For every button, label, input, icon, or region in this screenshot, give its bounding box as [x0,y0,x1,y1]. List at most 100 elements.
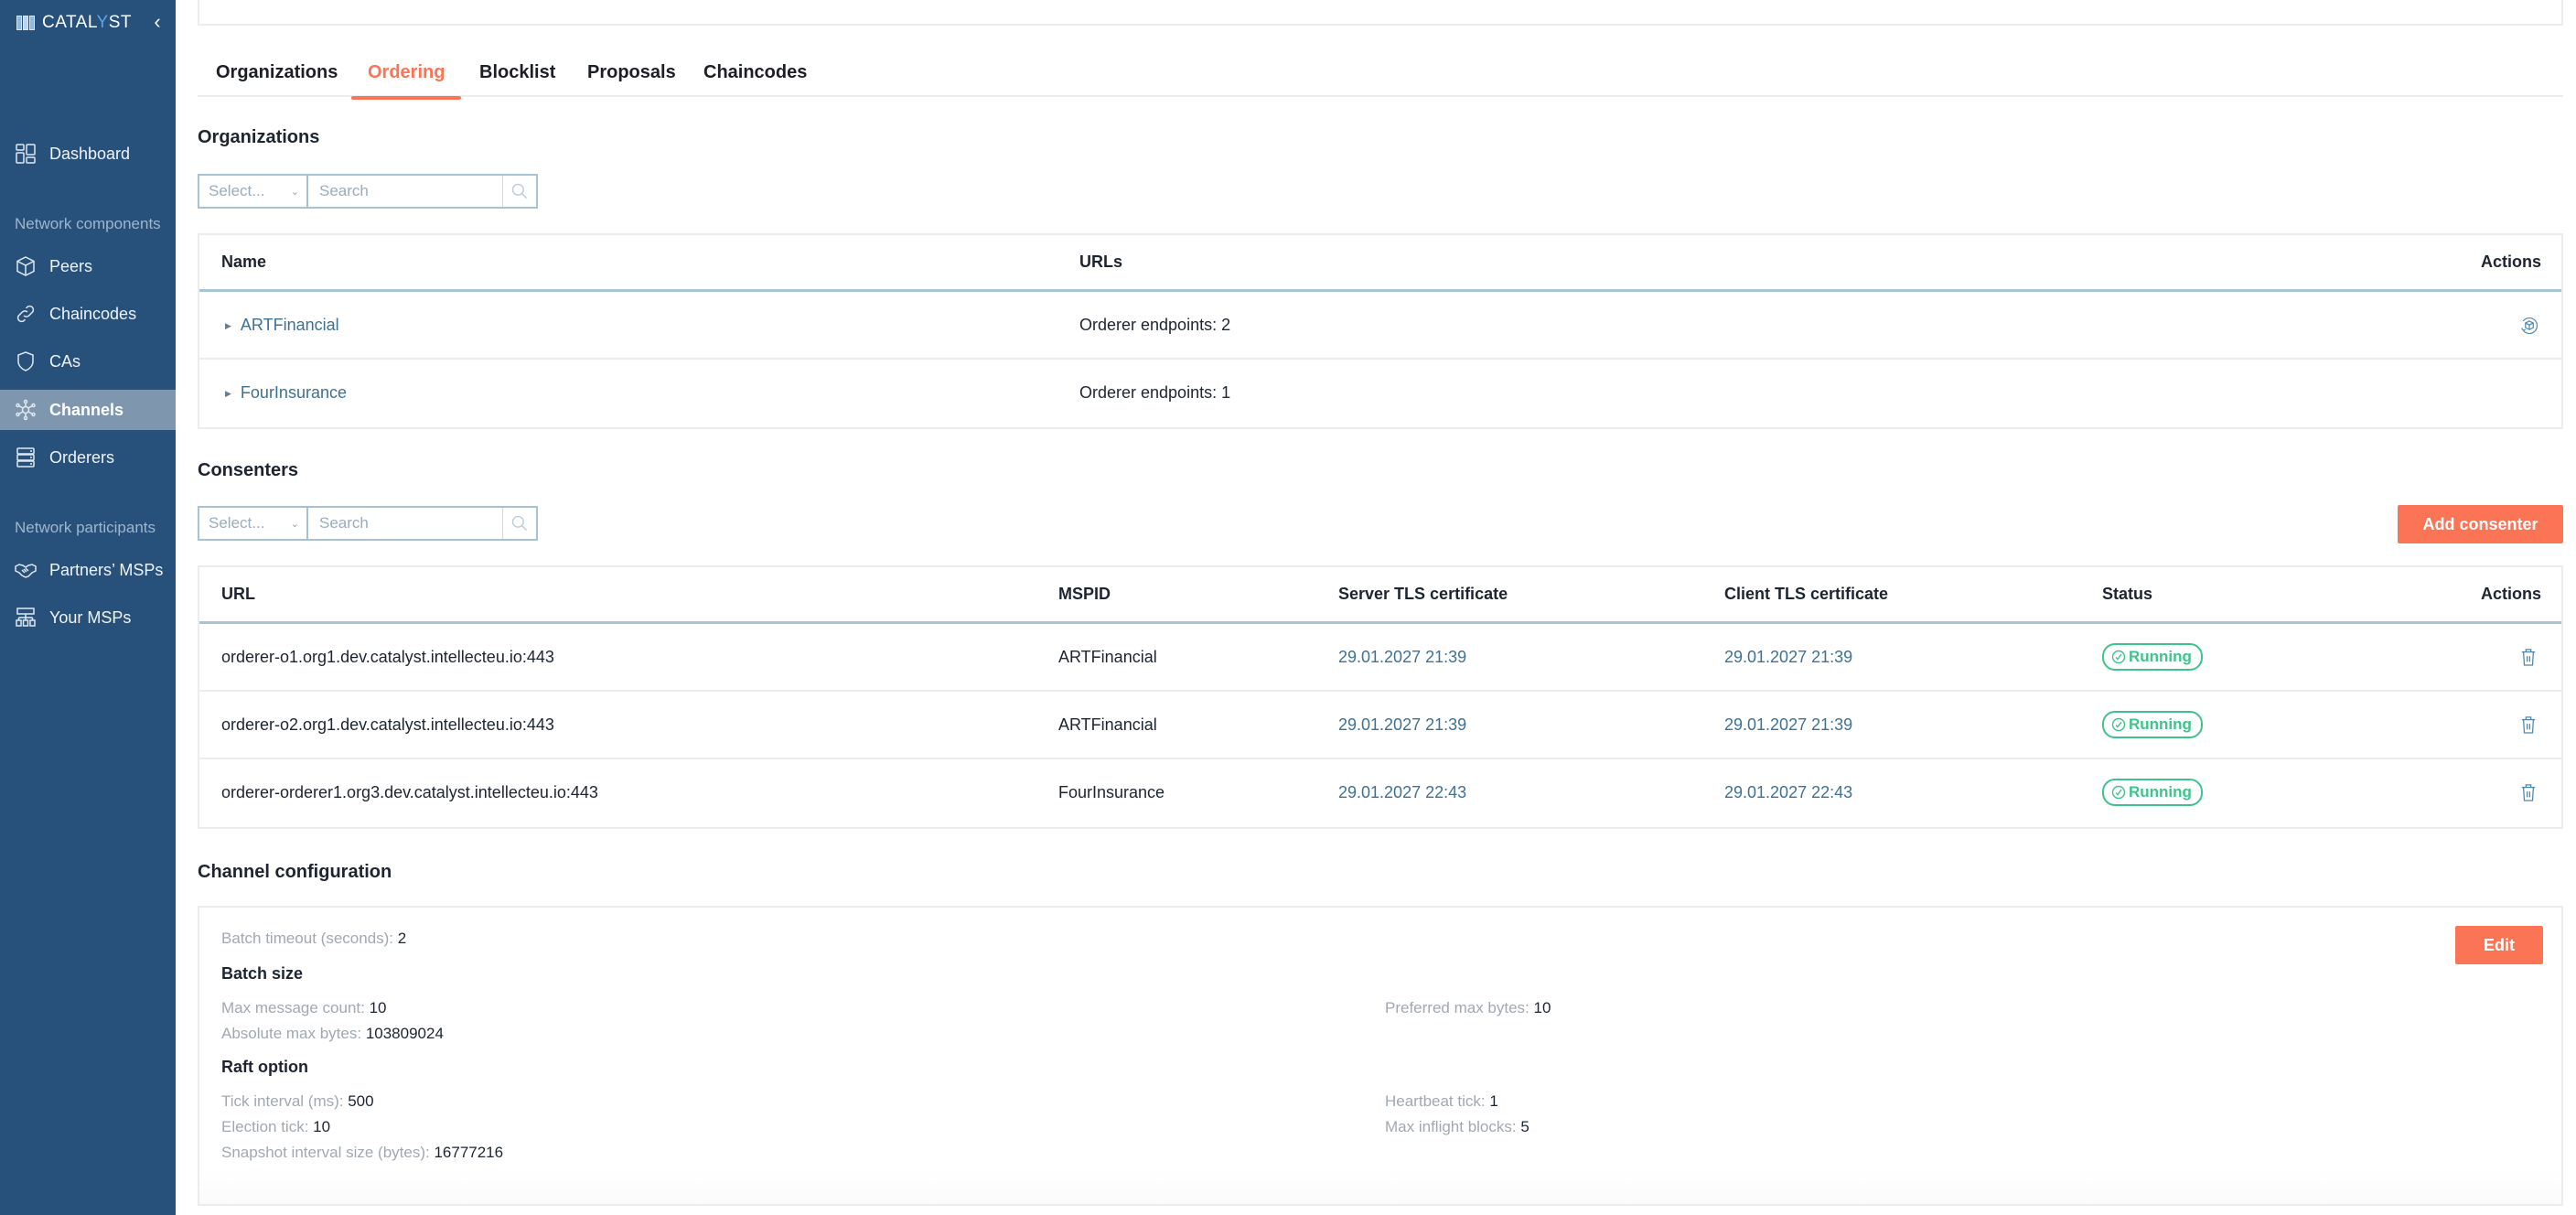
server-stack-icon [15,446,37,468]
column-header-mspid[interactable]: MSPID [1058,567,1111,621]
column-header-client-tls[interactable]: Client TLS certificate [1724,567,1888,621]
sidebar-item-channels[interactable]: Channels [0,390,176,430]
sidebar-item-peers[interactable]: Peers [0,246,176,286]
orderer-endpoints: Orderer endpoints: 2 [1079,316,1231,334]
catalyst-logo[interactable]: CATALYST [16,11,132,35]
chevron-left-icon[interactable]: ‹ [146,9,168,35]
delete-consenter-button[interactable] [2519,714,2538,736]
preferred-max-bytes: Preferred max bytes: 10 [1385,999,1551,1016]
consenter-mspid: FourInsurance [1058,783,1165,801]
sidebar-item-label: Partners’ MSPs [49,560,164,579]
client-tls-certificate-link[interactable]: 29.01.2027 22:43 [1724,759,1852,825]
column-header-actions: Actions [2480,253,2541,271]
consenter-url: orderer-orderer1.org3.dev.catalyst.intel… [221,783,598,801]
sidebar-item-label: Your MSPs [49,608,132,627]
table-header: URL MSPID Server TLS certificate Client … [199,567,2561,624]
trash-icon [2521,649,2536,666]
sidebar-item-dashboard[interactable]: Dashboard [0,134,176,174]
column-header-urls[interactable]: URLs [1079,235,1122,289]
table-row: orderer-orderer1.org3.dev.catalyst.intel… [199,759,2561,827]
cube-refresh-icon [2521,317,2538,335]
column-header-url[interactable]: URL [221,567,255,621]
heartbeat-tick: Heartbeat tick: 1 [1385,1092,1498,1110]
search-button[interactable] [502,508,536,539]
consenter-url: orderer-o1.org1.dev.catalyst.intellecteu… [221,648,554,666]
sidebar-item-label: CAs [49,351,81,371]
shield-icon [15,350,37,372]
search-icon [511,515,527,531]
client-tls-certificate-link[interactable]: 29.01.2027 21:39 [1724,692,1852,758]
server-tls-certificate-link[interactable]: 29.01.2027 21:39 [1338,692,1466,758]
channel-header-card [198,0,2563,26]
expand-caret-icon[interactable]: ▶ [225,293,231,359]
organizations-filter-select[interactable]: Select... ⌄ [199,176,308,207]
consenters-filter: Select... ⌄ [198,506,538,541]
sidebar-item-label: Chaincodes [49,304,137,323]
consenters-search-input[interactable] [308,508,502,539]
sidebar-section-network-components: Network components [15,215,161,232]
absolute-max-bytes: Absolute max bytes: 103809024 [221,1025,444,1042]
check-circle-icon [2111,785,2126,800]
delete-consenter-button[interactable] [2519,781,2538,803]
sidebar-item-label: Dashboard [49,144,131,163]
tab-chaincodes[interactable]: Chaincodes [703,62,807,97]
dashboard-icon [15,143,37,165]
sidebar-item-chaincodes[interactable]: Chaincodes [0,294,176,334]
update-organization-button[interactable] [2517,314,2541,338]
delete-consenter-button[interactable] [2519,646,2538,668]
batch-timeout: Batch timeout (seconds): 2 [221,930,407,947]
channel-configuration-title: Channel configuration [198,862,392,882]
sidebar-item-cas[interactable]: CAs [0,341,176,382]
tab-ordering[interactable]: Ordering [350,62,463,100]
channel-configuration-card: Edit Batch timeout (seconds): 2 Batch si… [198,906,2563,1206]
column-header-server-tls[interactable]: Server TLS certificate [1338,567,1508,621]
search-icon [511,183,527,199]
server-tls-certificate-link[interactable]: 29.01.2027 21:39 [1338,624,1466,690]
search-button[interactable] [502,176,536,207]
column-header-status[interactable]: Status [2102,567,2152,621]
tick-interval: Tick interval (ms): 500 [221,1092,374,1110]
expand-caret-icon[interactable]: ▶ [225,360,231,426]
tab-proposals[interactable]: Proposals [587,62,676,97]
client-tls-certificate-link[interactable]: 29.01.2027 21:39 [1724,624,1852,690]
sidebar-item-orderers[interactable]: Orderers [0,437,176,478]
cube-icon [15,255,37,277]
tab-blocklist[interactable]: Blocklist [479,62,555,97]
check-circle-icon [2111,717,2126,732]
organizations-filter: Select... ⌄ [198,174,538,209]
organization-name-link[interactable]: FourInsurance [241,383,347,402]
trash-icon [2521,716,2536,734]
tab-organizations[interactable]: Organizations [216,62,338,97]
consenters-title: Consenters [198,460,299,480]
org-chart-icon [15,607,37,629]
server-tls-certificate-link[interactable]: 29.01.2027 22:43 [1338,759,1466,825]
add-consenter-button[interactable]: Add consenter [2398,505,2563,543]
organizations-title: Organizations [198,127,320,147]
election-tick: Election tick: 10 [221,1118,331,1135]
organization-name-link[interactable]: ARTFinancial [241,316,339,334]
table-row[interactable]: ▶ ARTFinancial Orderer endpoints: 2 [199,292,2561,360]
organizations-search-input[interactable] [308,176,502,207]
sidebar-item-your-msps[interactable]: Your MSPs [0,597,176,638]
batch-size-heading: Batch size [221,964,304,983]
consenters-table: URL MSPID Server TLS certificate Client … [198,565,2563,829]
consenters-filter-select[interactable]: Select... ⌄ [199,508,308,539]
sidebar-item-label: Orderers [49,447,115,467]
sidebar: CATALYST ‹ Dashboard Network components … [0,0,176,1215]
chevron-down-icon: ⌄ [290,518,299,530]
sidebar-item-partners-msps[interactable]: Partners’ MSPs [0,550,176,590]
raft-option-heading: Raft option [221,1058,308,1076]
edit-button[interactable]: Edit [2455,926,2543,964]
column-header-name[interactable]: Name [221,235,266,289]
handshake-icon [15,559,37,581]
chevron-down-icon: ⌄ [290,186,299,198]
table-row: orderer-o1.org1.dev.catalyst.intellecteu… [199,624,2561,692]
table-row[interactable]: ▶ FourInsurance Orderer endpoints: 1 [199,360,2561,427]
table-row: orderer-o2.org1.dev.catalyst.intellecteu… [199,692,2561,759]
orderer-endpoints: Orderer endpoints: 1 [1079,383,1231,402]
sidebar-item-label: Peers [49,256,93,275]
max-inflight-blocks: Max inflight blocks: 5 [1385,1118,1530,1135]
logo-icon [16,16,37,30]
consenter-mspid: ARTFinancial [1058,715,1157,734]
sidebar-item-label: Channels [49,400,124,419]
